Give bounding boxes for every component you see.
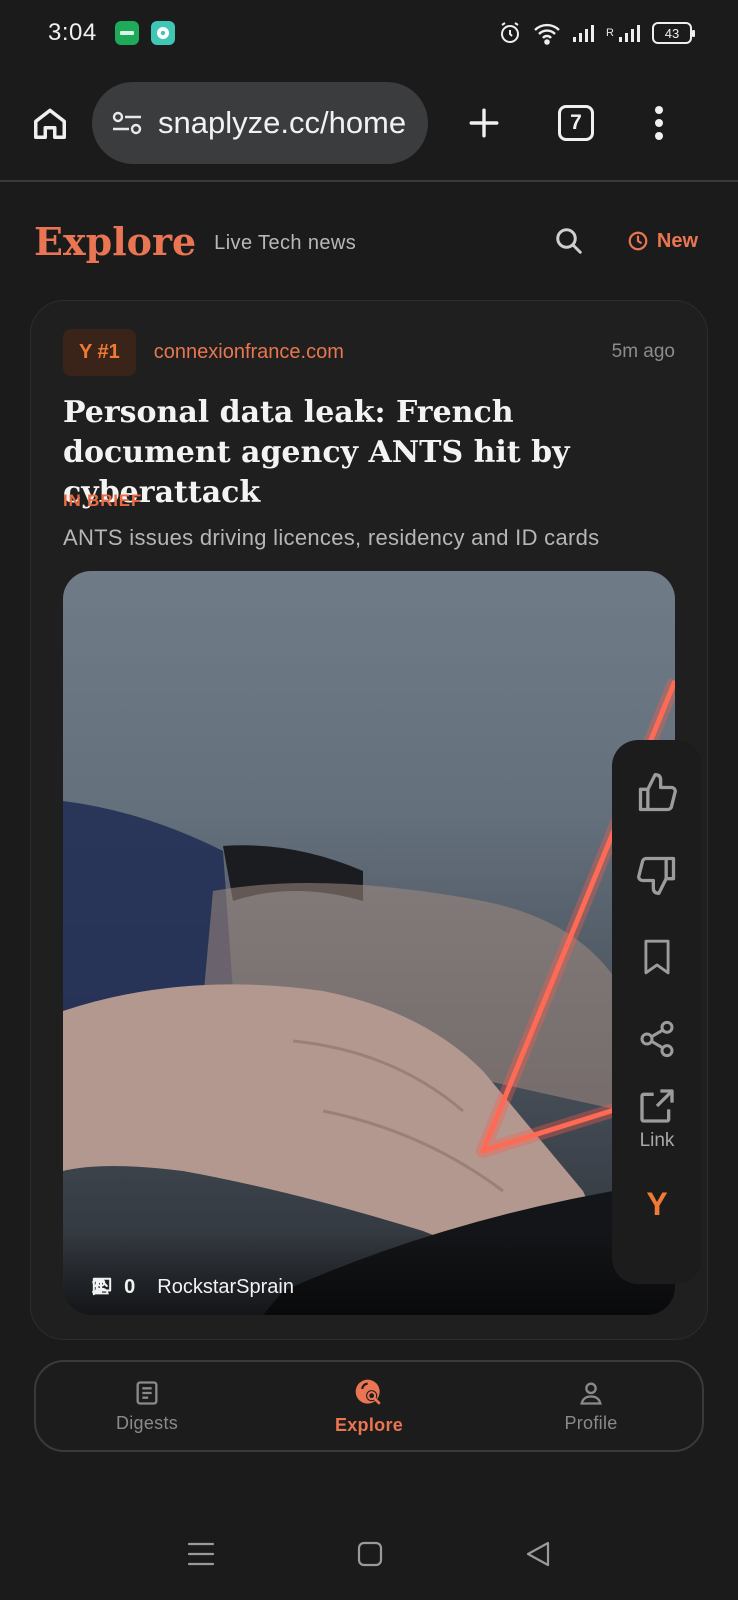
bottom-nav: Digests Explore Profile xyxy=(34,1360,704,1452)
menu-lines-icon xyxy=(187,1542,215,1565)
card-tag: IN BRIEF xyxy=(63,491,143,510)
profile-icon xyxy=(580,1382,602,1405)
search-button[interactable] xyxy=(549,221,589,261)
hacker-news-button[interactable]: Y xyxy=(646,1186,667,1223)
comment-count: 0 xyxy=(124,1276,136,1298)
document-icon xyxy=(136,1380,158,1405)
link-label: Link xyxy=(639,1130,675,1151)
bookmark-icon xyxy=(644,939,670,975)
signal-icon-secondary xyxy=(618,22,642,44)
card-summary: ANTS issues driving licences, residency … xyxy=(63,525,600,550)
source-link[interactable]: connexionfrance.com xyxy=(154,341,344,364)
messenger-app-icon xyxy=(150,21,175,45)
site-settings-icon[interactable] xyxy=(110,109,144,137)
explore-search-icon xyxy=(355,1379,381,1404)
like-button[interactable] xyxy=(627,762,687,824)
alarm-icon xyxy=(498,21,522,45)
dislike-button[interactable] xyxy=(627,844,687,906)
tab-switcher-button[interactable]: 7 xyxy=(558,105,594,141)
author[interactable]: RockstarSprain xyxy=(93,1276,294,1299)
square-icon xyxy=(357,1541,383,1566)
share-icon xyxy=(640,1020,674,1058)
status-bar: 3:04 R 43 xyxy=(0,0,738,66)
bookmark-button[interactable] xyxy=(627,926,687,988)
sort-new-label: New xyxy=(656,229,698,252)
user-icon xyxy=(93,1278,109,1295)
external-link-icon xyxy=(640,1089,674,1123)
nav-profile-label: Profile xyxy=(564,1412,618,1433)
nav-digests-label: Digests xyxy=(115,1412,179,1433)
search-icon xyxy=(556,228,582,254)
home-button[interactable] xyxy=(26,99,74,147)
page-subtitle: Live Tech news xyxy=(214,231,357,254)
news-card[interactable]: Y #1 connexionfrance.com 5m ago Personal… xyxy=(30,300,708,1340)
status-time: 3:04 xyxy=(48,19,97,46)
clock-icon xyxy=(628,231,648,251)
home-icon xyxy=(34,108,66,139)
article-illustration xyxy=(63,678,675,1315)
author-name: RockstarSprain xyxy=(157,1276,294,1298)
card-stats: 1 0 RockstarSprain xyxy=(91,1276,294,1299)
more-vertical-icon xyxy=(655,106,663,140)
back-button[interactable] xyxy=(524,1540,552,1573)
payment-app-icon xyxy=(114,21,139,45)
home-system-button[interactable] xyxy=(356,1540,384,1573)
card-headline[interactable]: Personal data leak: French document agen… xyxy=(63,393,673,513)
address-bar[interactable]: snaplyze.cc/home xyxy=(92,82,428,164)
nav-digests[interactable]: Digests xyxy=(67,1379,227,1434)
open-link-button[interactable]: Link xyxy=(637,1086,677,1152)
share-button[interactable] xyxy=(627,1008,687,1070)
action-rail: Link Y xyxy=(612,740,702,1284)
new-tab-button[interactable] xyxy=(460,99,508,147)
system-nav-bar xyxy=(0,1530,738,1582)
url-text: snaplyze.cc/home xyxy=(158,105,407,140)
article-image[interactable]: 1 0 RockstarSprain xyxy=(63,571,675,1315)
recent-apps-button[interactable] xyxy=(186,1541,216,1572)
rank-badge: Y #1 xyxy=(63,328,136,376)
back-triangle-icon xyxy=(526,1541,550,1566)
signal-icon xyxy=(572,22,596,44)
browser-toolbar: snaplyze.cc/home 7 xyxy=(0,66,738,182)
nav-explore[interactable]: Explore xyxy=(289,1377,449,1436)
thumbs-down-icon xyxy=(637,856,676,895)
comment-stat[interactable]: 0 xyxy=(92,1276,136,1299)
thumbs-up-icon xyxy=(638,773,677,812)
time-ago: 5m ago xyxy=(611,341,675,362)
nav-explore-label: Explore xyxy=(334,1414,404,1435)
wifi-icon xyxy=(532,21,562,45)
sort-new-button[interactable]: New xyxy=(627,230,698,253)
browser-menu-button[interactable] xyxy=(644,99,674,147)
roaming-indicator: R xyxy=(606,27,614,39)
nav-profile[interactable]: Profile xyxy=(511,1379,671,1434)
plus-icon xyxy=(469,108,499,138)
page-header: Explore Live Tech news New xyxy=(34,205,698,277)
battery-icon: 43 xyxy=(652,22,695,44)
card-meta: Y #1 connexionfrance.com 5m ago xyxy=(63,327,675,377)
page-title: Explore xyxy=(34,218,197,264)
